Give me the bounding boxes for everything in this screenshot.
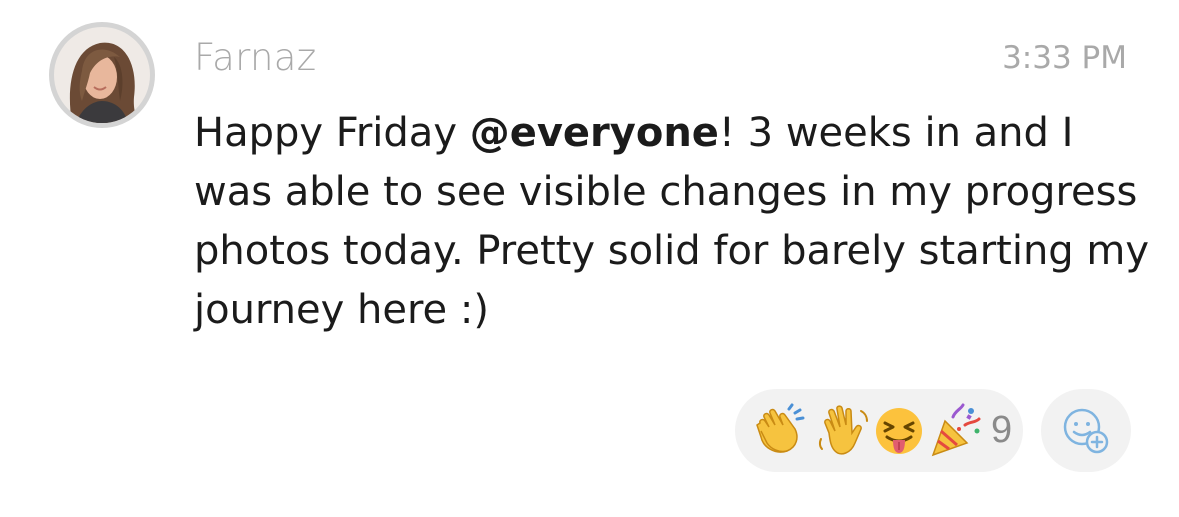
avatar-photo bbox=[54, 27, 150, 123]
clapping-hands-icon bbox=[756, 403, 805, 453]
reactions-pill[interactable]: 9 bbox=[735, 389, 1023, 472]
add-reaction-icon bbox=[1063, 408, 1109, 453]
party-popper-icon bbox=[931, 403, 981, 456]
chat-message: Farnaz 3:33 PM Happy Friday @everyone! 3… bbox=[0, 0, 1179, 517]
reaction-count: 9 bbox=[991, 409, 1013, 451]
mention-everyone[interactable]: @everyone bbox=[470, 110, 719, 156]
message-timestamp: 3:33 PM bbox=[1002, 40, 1127, 76]
message-body: Happy Friday @everyone! 3 weeks in and I… bbox=[194, 104, 1154, 340]
squinting-tongue-face-icon bbox=[876, 407, 922, 454]
waving-hand-icon bbox=[818, 404, 868, 454]
avatar[interactable] bbox=[49, 22, 155, 128]
add-reaction-button[interactable] bbox=[1041, 389, 1131, 472]
message-text-start: Happy Friday bbox=[194, 110, 470, 156]
author-name[interactable]: Farnaz bbox=[194, 36, 316, 79]
